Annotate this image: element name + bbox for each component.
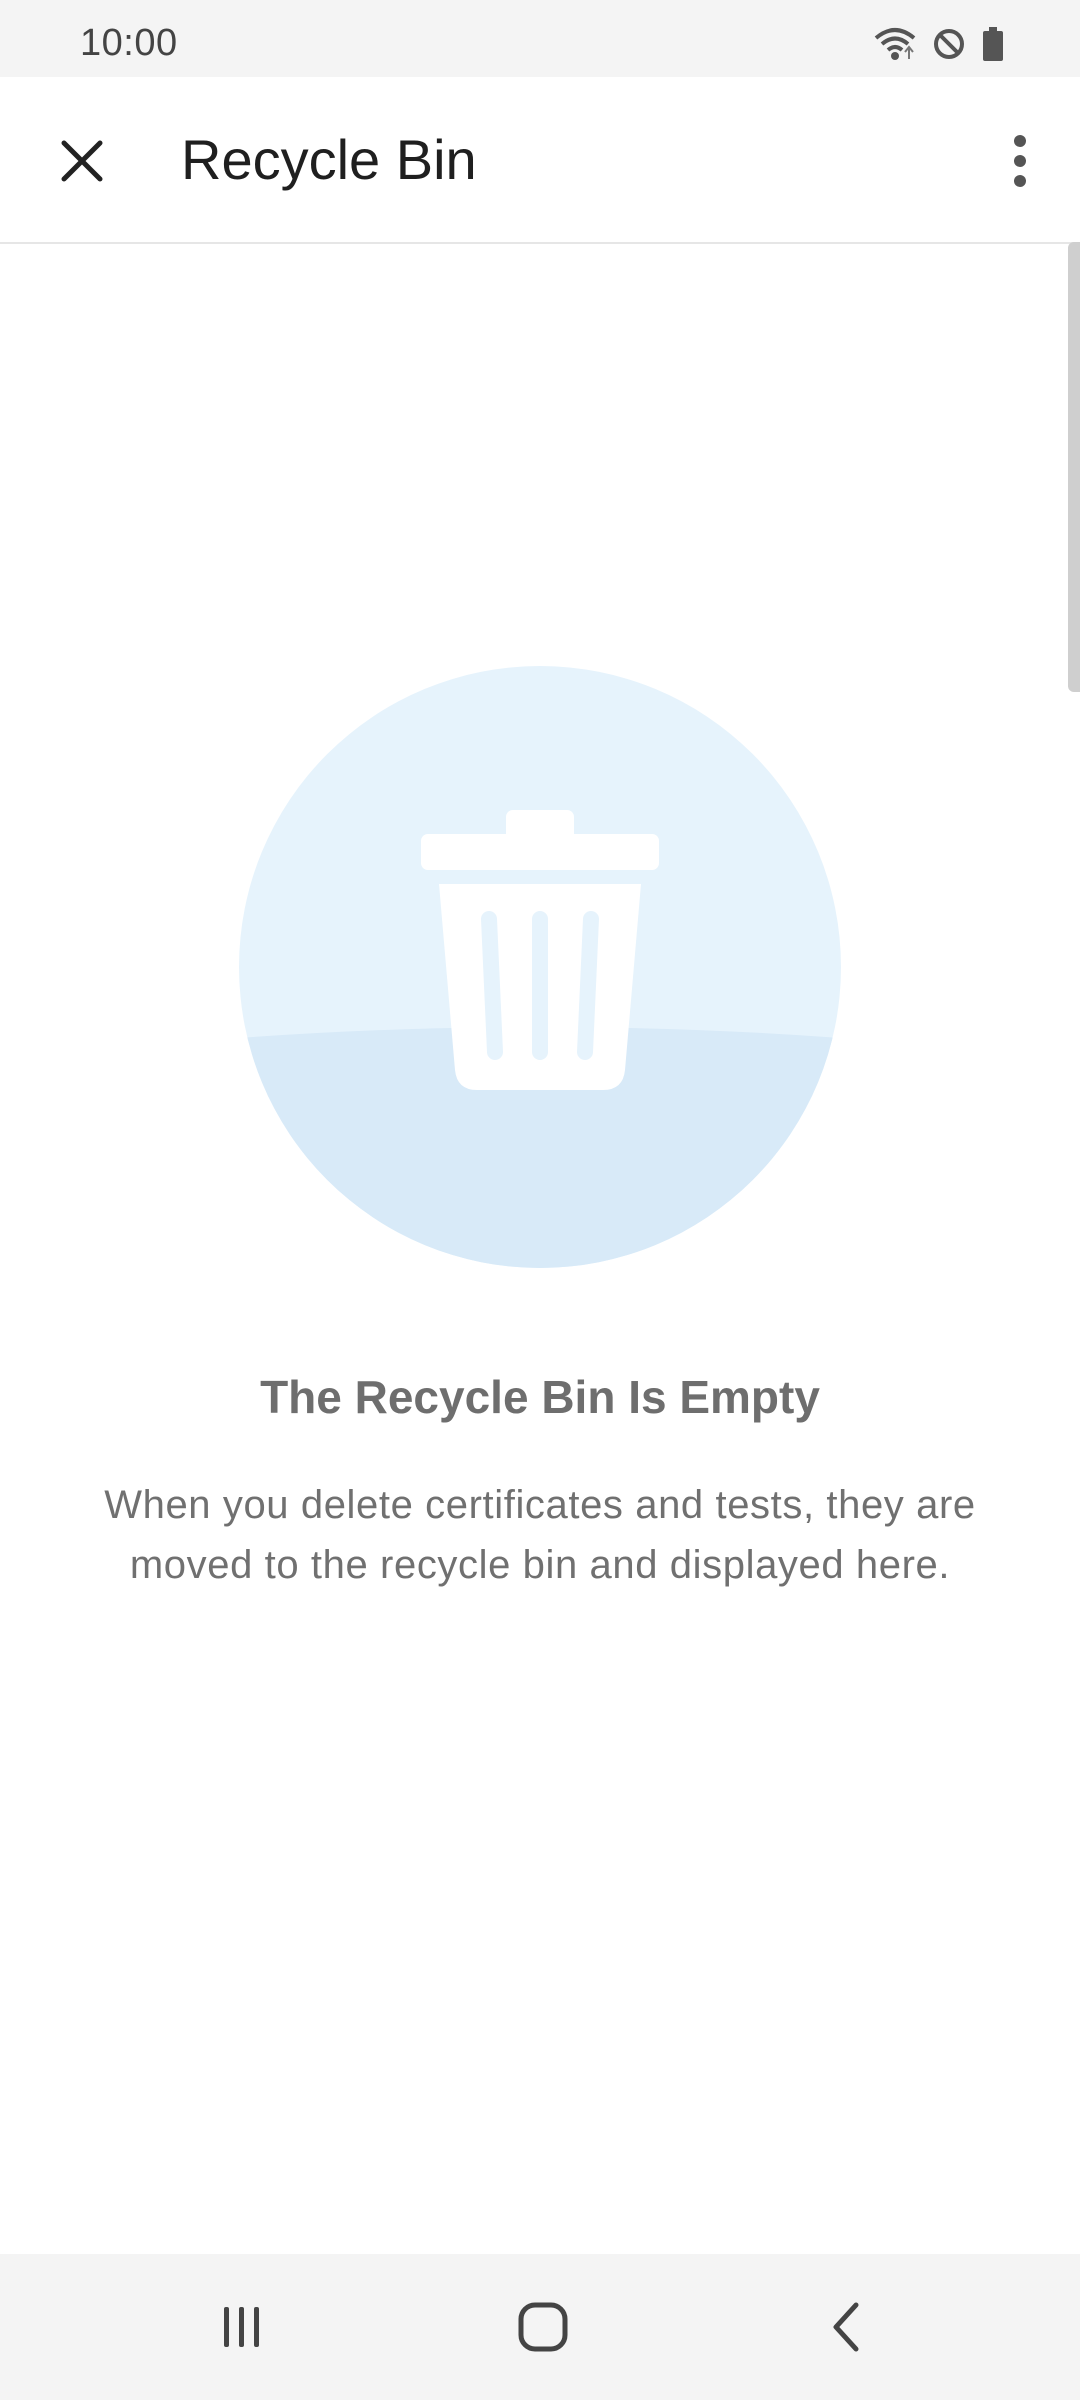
back-icon [833, 2302, 859, 2352]
home-button[interactable] [493, 2282, 593, 2372]
recents-icon [224, 2307, 259, 2347]
empty-state-description: When you delete certificates and tests, … [104, 1483, 976, 1587]
status-icons [874, 24, 1004, 64]
scrollbar[interactable] [1068, 242, 1080, 692]
status-time: 10:00 [80, 22, 178, 64]
more-options-button[interactable] [978, 119, 1062, 203]
trash-bin-icon [421, 810, 659, 1090]
page-title: Recycle Bin [181, 128, 477, 191]
back-button[interactable] [796, 2282, 896, 2372]
home-icon [518, 2302, 568, 2352]
do-not-disturb-icon [932, 27, 966, 61]
close-icon [61, 140, 103, 182]
more-vert-icon [1014, 135, 1026, 187]
recents-button[interactable] [192, 2282, 292, 2372]
empty-illustration [239, 666, 841, 1268]
wifi-icon [874, 26, 916, 62]
close-button[interactable] [40, 119, 124, 203]
battery-icon [982, 27, 1004, 61]
navigation-bar [0, 2254, 1080, 2400]
app-bar: Recycle Bin [0, 77, 1080, 244]
status-bar: 10:00 [0, 0, 1080, 77]
empty-state-title: The Recycle Bin Is Empty [260, 1371, 820, 1423]
